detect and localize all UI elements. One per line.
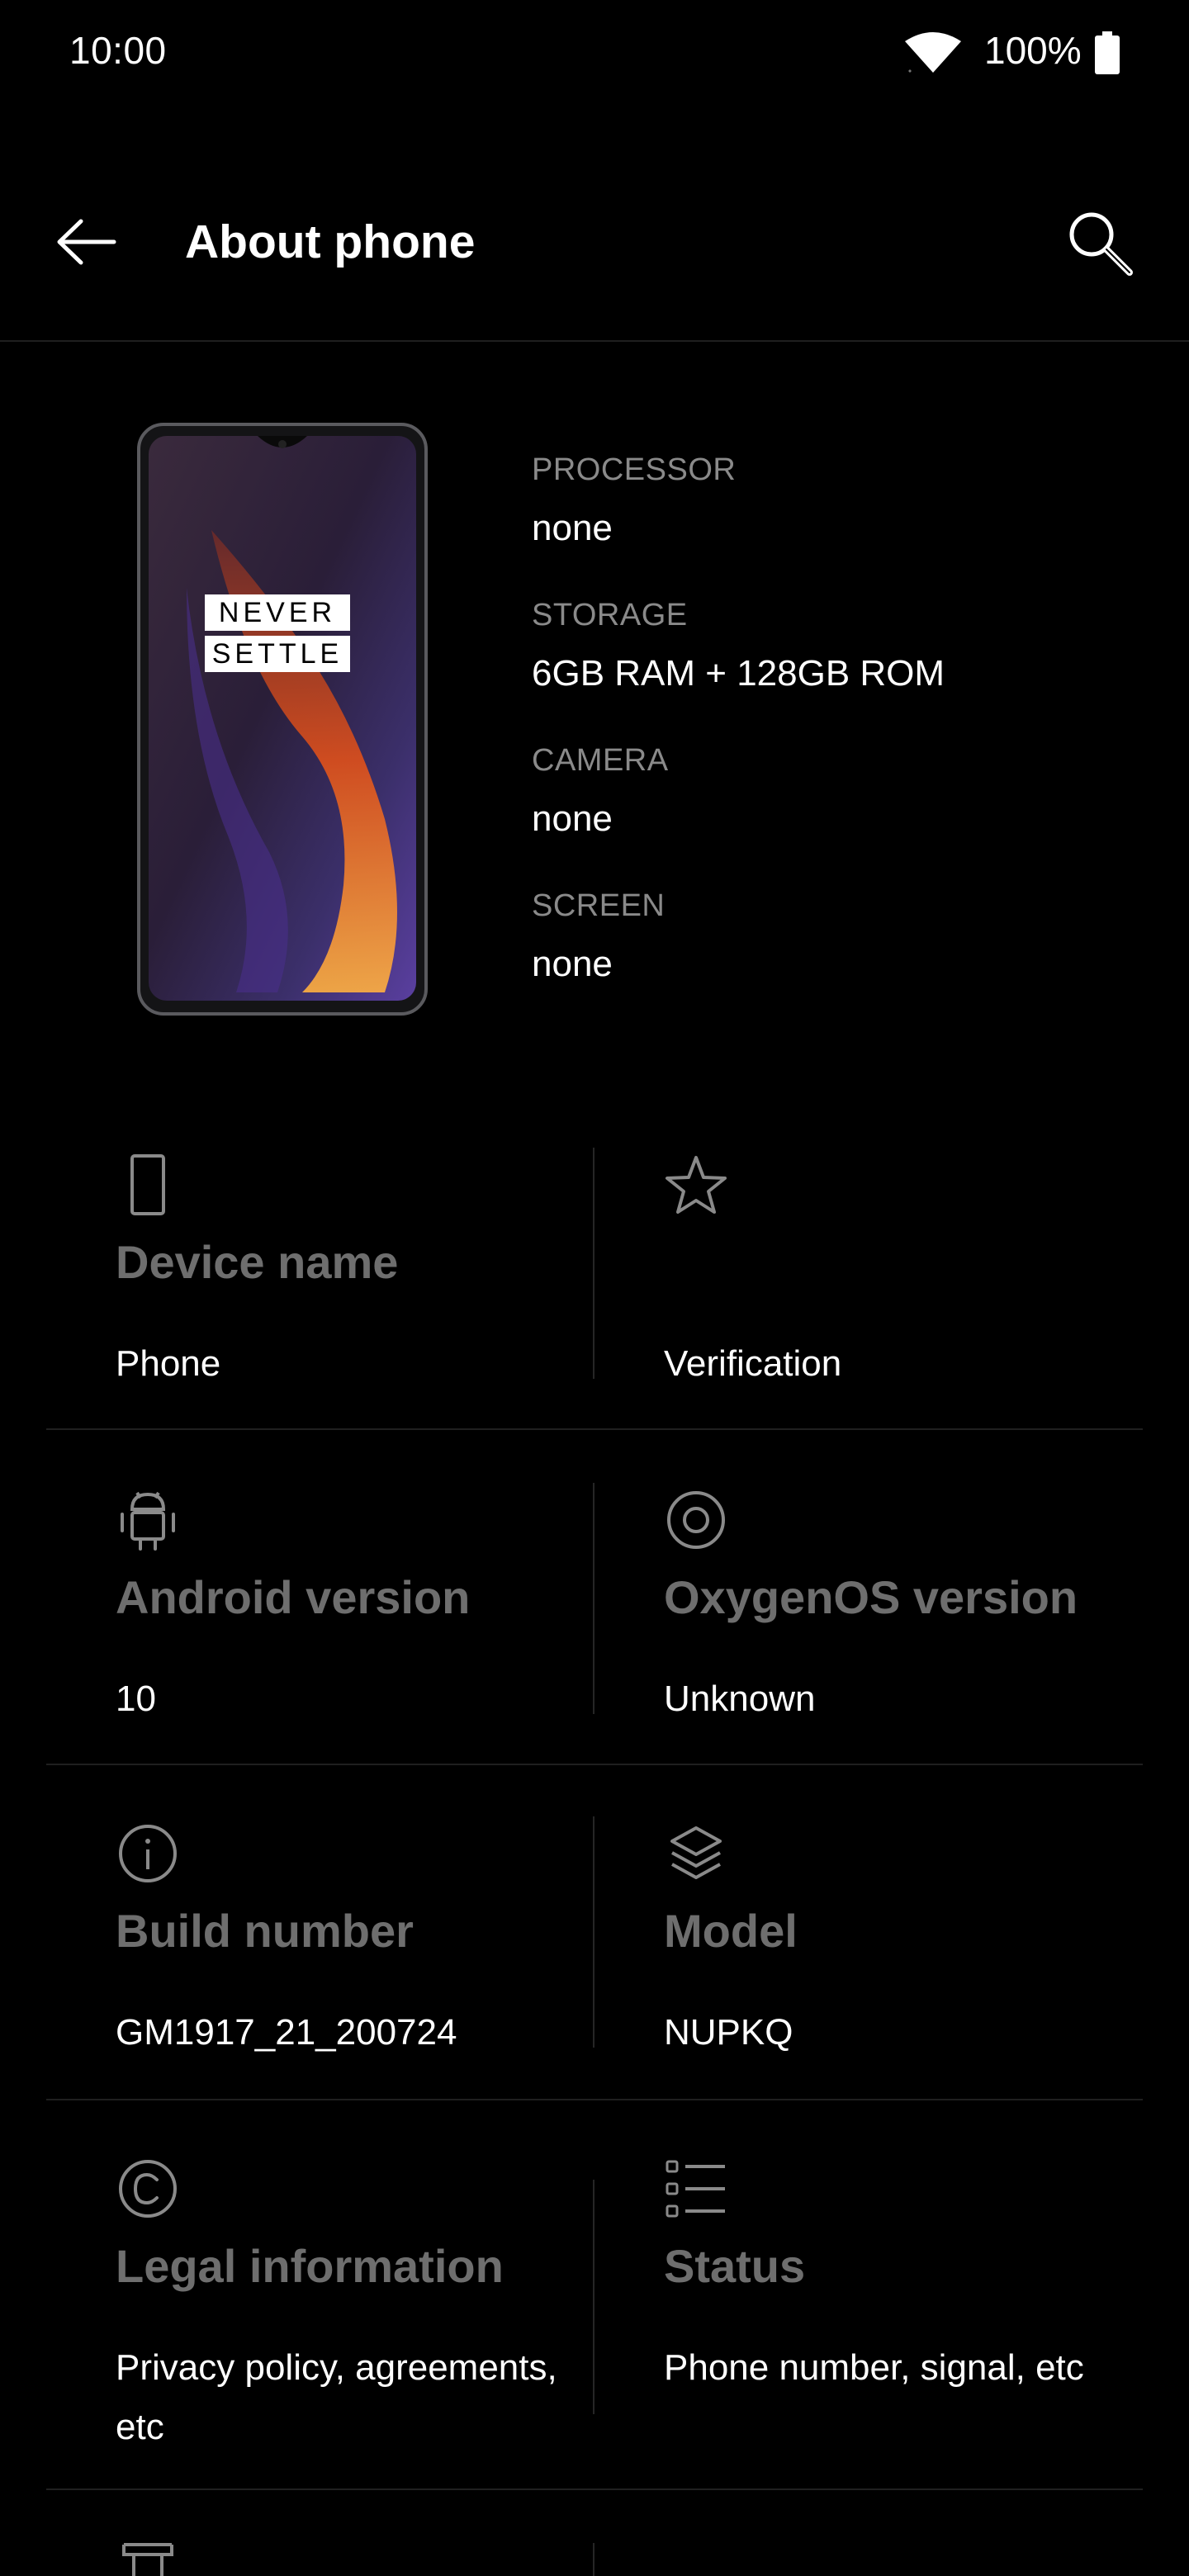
toolbar: About phone (0, 190, 1189, 297)
column-divider (593, 1483, 594, 1714)
tile-value: Phone number, signal, etc (664, 2347, 1084, 2388)
tile-value: Privacy policy, agreements, etc (116, 2347, 557, 2447)
spec-value: none (532, 798, 613, 839)
toolbar-divider (0, 340, 1189, 342)
spec-value: none (532, 944, 613, 984)
tile-title: Android version (116, 1571, 471, 1623)
tile-status[interactable]: Status Phone number, signal, etc (664, 2157, 1189, 2454)
row-divider (46, 2488, 1143, 2490)
spec-value: none (532, 508, 613, 548)
search-icon[interactable] (1065, 208, 1136, 279)
battery-percent: 100% (984, 29, 1082, 72)
tile-title: Build number (116, 1905, 414, 1957)
tile-title: Status (664, 2240, 806, 2292)
spec-label: PROCESSOR (532, 452, 737, 487)
back-arrow-icon[interactable] (54, 215, 117, 269)
column-divider (593, 1816, 594, 2048)
tile-title: Model (664, 1905, 798, 1957)
column-divider (593, 2543, 594, 2576)
partial-row-icon (122, 2543, 173, 2576)
phone-image: NEVER SETTLE (137, 423, 428, 1016)
star-icon (666, 1156, 727, 1214)
spec-label: CAMERA (532, 743, 669, 778)
status-time: 10:00 (69, 29, 167, 72)
tile-value: Unknown (664, 1679, 816, 1719)
page-title: About phone (185, 215, 476, 268)
status-bar: 10:00 100% (0, 0, 1189, 104)
tile-value: NUPKQ (664, 2012, 793, 2053)
tile-verification[interactable]: Verification (664, 1153, 1189, 1400)
oxygenos-icon (667, 1491, 725, 1549)
tile-legal-information[interactable]: Legal information Privacy policy, agreem… (116, 2157, 664, 2454)
tile-title: OxygenOS version (664, 1571, 1078, 1623)
spec-camera: CAMERA none (532, 743, 669, 840)
tile-value: Phone (116, 1343, 221, 1384)
phone-outline-icon (130, 1154, 165, 1215)
spec-screen: SCREEN none (532, 888, 665, 985)
tile-build-number[interactable]: Build number GM1917_21_200724 (116, 1821, 664, 2069)
battery-icon (1095, 31, 1120, 74)
tile-title: Device name (116, 1236, 399, 1288)
column-divider (593, 1148, 594, 1379)
list-icon (666, 2160, 725, 2218)
spec-label: SCREEN (532, 888, 666, 923)
row-divider (46, 1428, 1143, 1430)
spec-storage: STORAGE 6GB RAM + 128GB ROM (532, 598, 945, 694)
column-divider (593, 2180, 594, 2414)
tile-model[interactable]: Model NUPKQ (664, 1821, 1189, 2069)
tile-device-name[interactable]: Device name Phone (116, 1153, 664, 1400)
tile-value: GM1917_21_200724 (116, 2012, 457, 2053)
settle-text: SETTLE (212, 638, 343, 670)
tile-value: Verification (664, 1343, 842, 1384)
spec-value: 6GB RAM + 128GB ROM (532, 653, 945, 694)
never-text: NEVER (219, 597, 336, 628)
layers-icon (670, 1826, 722, 1879)
spec-label: STORAGE (532, 598, 688, 632)
copyright-icon (119, 2160, 177, 2218)
about-phone-screen: 10:00 100% About phone NEVER SETTLE PROC… (0, 0, 1189, 2576)
row-divider (46, 2099, 1143, 2100)
info-icon (119, 1825, 177, 1882)
tile-oxygenos-version[interactable]: OxygenOS version Unknown (664, 1488, 1189, 1735)
tile-title: Legal information (116, 2240, 504, 2292)
tile-value: 10 (116, 1679, 156, 1719)
tile-android-version[interactable]: Android version 10 (116, 1488, 664, 1735)
wifi-icon (905, 32, 961, 73)
spec-processor: PROCESSOR none (532, 452, 736, 549)
android-icon (121, 1491, 175, 1551)
row-divider (46, 1764, 1143, 1765)
